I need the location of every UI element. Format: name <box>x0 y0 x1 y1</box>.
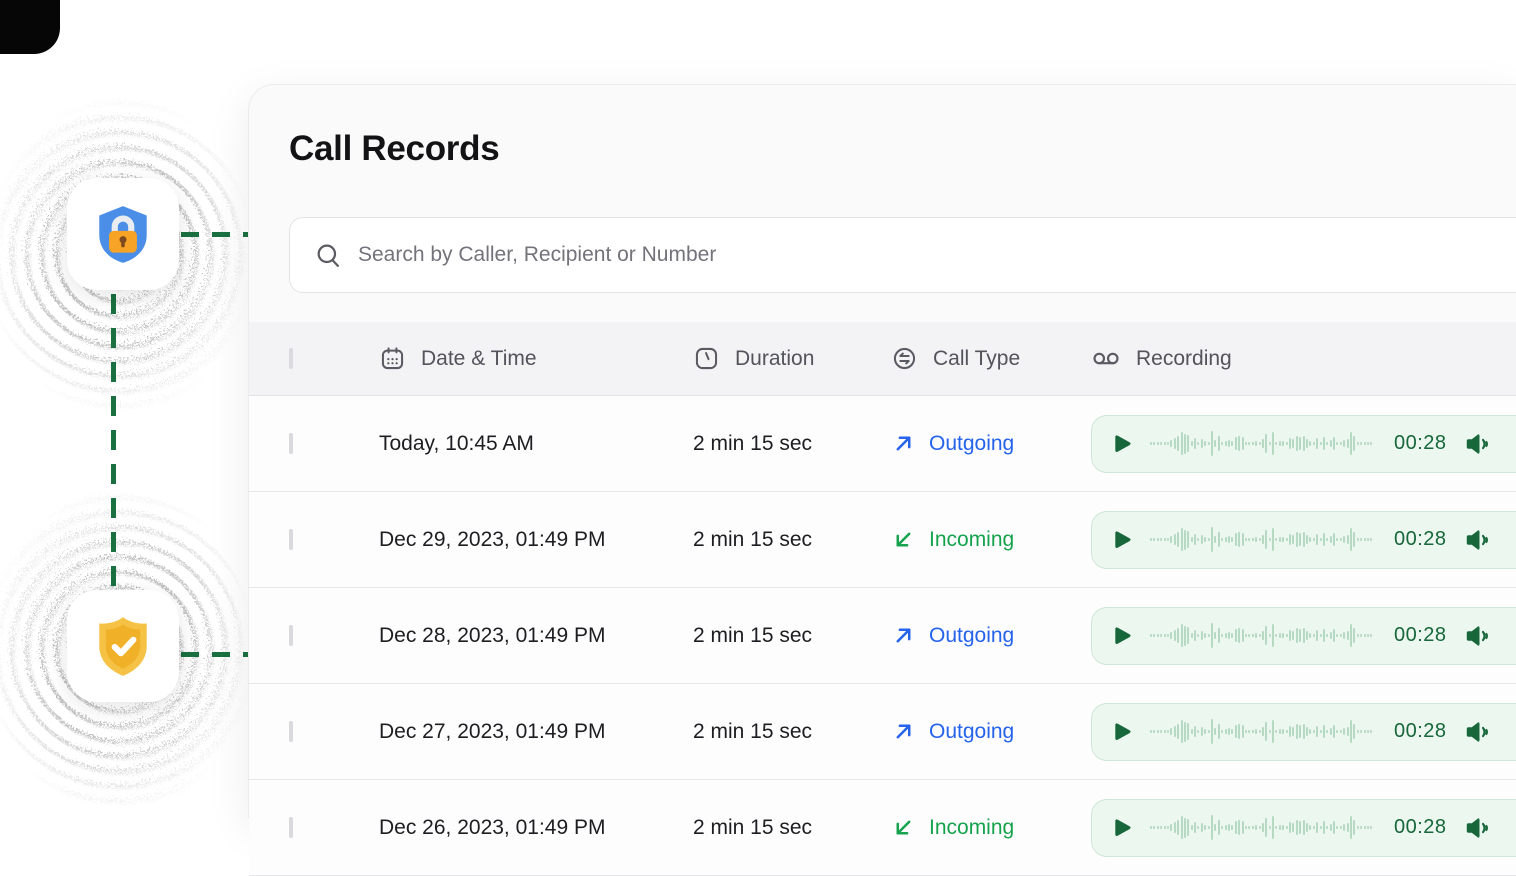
cell-datetime: Dec 28, 2023, 01:49 PM <box>379 624 693 648</box>
call-type-label: Outgoing <box>929 720 1014 744</box>
table-row: Today, 10:45 AM 2 min 15 sec Outgoing 00… <box>249 396 1516 492</box>
recording-time: 00:28 <box>1394 432 1447 455</box>
call-type-icon <box>891 345 918 372</box>
waveform-scrubber[interactable] <box>1150 525 1378 555</box>
waveform-scrubber[interactable] <box>1150 813 1378 843</box>
play-button[interactable] <box>1108 623 1134 649</box>
dashed-connector-vertical <box>111 294 116 586</box>
row-checkbox[interactable] <box>289 433 293 454</box>
table-body: Today, 10:45 AM 2 min 15 sec Outgoing 00… <box>249 396 1516 876</box>
speaker-icon[interactable] <box>1463 719 1491 745</box>
cell-datetime: Today, 10:45 AM <box>379 432 693 456</box>
incoming-arrow-icon <box>891 815 916 840</box>
security-shield-badge <box>67 590 179 702</box>
shield-check-icon <box>90 613 156 679</box>
lock-shield-icon <box>90 201 156 267</box>
recording-player: 00:28 <box>1091 607 1516 665</box>
recording-player: 00:28 <box>1091 799 1516 857</box>
waveform-scrubber[interactable] <box>1150 717 1378 747</box>
play-button[interactable] <box>1108 527 1134 553</box>
table-header: Date & Time Duration Call Type <box>249 322 1516 396</box>
cell-call-type: Incoming <box>891 815 1091 840</box>
recording-player: 00:28 <box>1091 415 1516 473</box>
search-input[interactable] <box>358 243 1511 267</box>
cell-duration: 2 min 15 sec <box>693 720 891 744</box>
corner-decor <box>0 0 60 54</box>
column-label-recording: Recording <box>1136 347 1232 371</box>
page-title: Call Records <box>289 129 1516 169</box>
column-header-duration: Duration <box>693 345 891 372</box>
speaker-icon[interactable] <box>1463 431 1491 457</box>
recording-time: 00:28 <box>1394 816 1447 839</box>
download-icon[interactable] <box>1513 815 1516 841</box>
play-button[interactable] <box>1108 431 1134 457</box>
call-type-label: Incoming <box>929 816 1014 840</box>
select-all-checkbox[interactable] <box>289 348 293 369</box>
column-label-datetime: Date & Time <box>421 347 537 371</box>
calendar-icon <box>379 345 406 372</box>
row-checkbox[interactable] <box>289 817 293 838</box>
cell-datetime: Dec 26, 2023, 01:49 PM <box>379 816 693 840</box>
cell-call-type: Incoming <box>891 527 1091 552</box>
dashed-connector-bottom <box>181 652 251 657</box>
outgoing-arrow-icon <box>891 431 916 456</box>
dashed-connector-top <box>181 232 251 237</box>
row-checkbox[interactable] <box>289 721 293 742</box>
call-type-label: Outgoing <box>929 624 1014 648</box>
play-button[interactable] <box>1108 815 1134 841</box>
incoming-arrow-icon <box>891 527 916 552</box>
recording-time: 00:28 <box>1394 528 1447 551</box>
column-header-datetime: Date & Time <box>379 345 693 372</box>
security-lock-badge <box>67 178 179 290</box>
row-checkbox[interactable] <box>289 625 293 646</box>
cell-datetime: Dec 27, 2023, 01:49 PM <box>379 720 693 744</box>
recording-player: 00:28 <box>1091 703 1516 761</box>
table-row: Dec 27, 2023, 01:49 PM 2 min 15 sec Outg… <box>249 684 1516 780</box>
speaker-icon[interactable] <box>1463 815 1491 841</box>
row-checkbox[interactable] <box>289 529 293 550</box>
call-type-label: Incoming <box>929 528 1014 552</box>
outgoing-arrow-icon <box>891 623 916 648</box>
cell-duration: 2 min 15 sec <box>693 528 891 552</box>
outgoing-arrow-icon <box>891 719 916 744</box>
download-icon[interactable] <box>1513 623 1516 649</box>
column-label-duration: Duration <box>735 347 814 371</box>
table-row: Dec 28, 2023, 01:49 PM 2 min 15 sec Outg… <box>249 588 1516 684</box>
waveform-scrubber[interactable] <box>1150 429 1378 459</box>
recording-time: 00:28 <box>1394 624 1447 647</box>
download-icon[interactable] <box>1513 527 1516 553</box>
cell-duration: 2 min 15 sec <box>693 816 891 840</box>
waveform-scrubber[interactable] <box>1150 621 1378 651</box>
column-header-calltype: Call Type <box>891 345 1091 372</box>
voicemail-icon <box>1091 345 1121 372</box>
call-type-label: Outgoing <box>929 432 1014 456</box>
play-button[interactable] <box>1108 719 1134 745</box>
column-header-recording: Recording <box>1091 345 1516 372</box>
cell-datetime: Dec 29, 2023, 01:49 PM <box>379 528 693 552</box>
clock-icon <box>693 345 720 372</box>
search-icon <box>314 241 342 269</box>
column-label-calltype: Call Type <box>933 347 1020 371</box>
recording-player: 00:28 <box>1091 511 1516 569</box>
cell-call-type: Outgoing <box>891 623 1091 648</box>
cell-call-type: Outgoing <box>891 719 1091 744</box>
download-icon[interactable] <box>1513 719 1516 745</box>
cell-duration: 2 min 15 sec <box>693 432 891 456</box>
cell-duration: 2 min 15 sec <box>693 624 891 648</box>
recording-time: 00:28 <box>1394 720 1447 743</box>
call-records-panel: Call Records Date & <box>248 84 1516 818</box>
download-icon[interactable] <box>1513 431 1516 457</box>
speaker-icon[interactable] <box>1463 527 1491 553</box>
cell-call-type: Outgoing <box>891 431 1091 456</box>
speaker-icon[interactable] <box>1463 623 1491 649</box>
table-row: Dec 26, 2023, 01:49 PM 2 min 15 sec Inco… <box>249 780 1516 876</box>
table-row: Dec 29, 2023, 01:49 PM 2 min 15 sec Inco… <box>249 492 1516 588</box>
search-box <box>289 217 1516 293</box>
